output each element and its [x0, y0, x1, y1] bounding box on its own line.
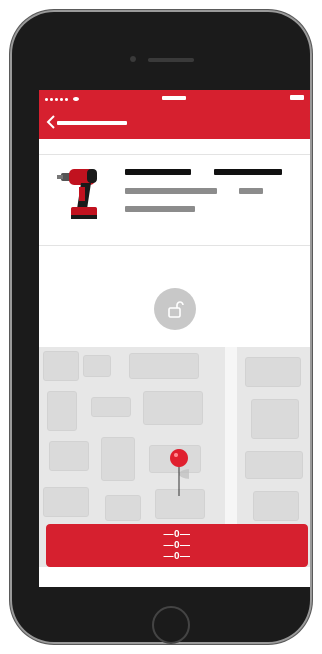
product-detail-line-3: [125, 206, 195, 212]
primary-action-label: —0— —0— —0—: [163, 529, 191, 562]
signal-indicator: [45, 96, 79, 102]
app-screen: —0— —0— —0—: [39, 90, 310, 587]
map-pin-icon[interactable]: [169, 448, 189, 508]
chevron-left-icon: [46, 115, 55, 129]
top-bar: [39, 90, 310, 139]
earpiece-speaker: [148, 58, 194, 62]
unlock-icon: [168, 301, 184, 318]
primary-action-button[interactable]: —0— —0— —0—: [46, 524, 308, 567]
wifi-icon: [73, 97, 79, 101]
status-time: [162, 96, 186, 100]
back-button[interactable]: [45, 115, 57, 129]
power-drill-icon: [57, 169, 97, 219]
product-detail-line-2: [239, 188, 263, 194]
front-camera: [130, 56, 136, 62]
product-name-line-1: [125, 169, 191, 175]
lock-toggle-button[interactable]: [154, 288, 196, 330]
product-card[interactable]: [39, 154, 310, 246]
home-button[interactable]: [152, 606, 190, 644]
screen-bottom-padding: [39, 567, 310, 587]
battery-icon: [290, 95, 304, 100]
lock-section: [39, 246, 310, 347]
phone-frame: —0— —0— —0—: [10, 10, 312, 644]
product-detail-line-1: [125, 188, 217, 194]
product-name-line-2: [214, 169, 282, 175]
page-title: [57, 121, 127, 125]
